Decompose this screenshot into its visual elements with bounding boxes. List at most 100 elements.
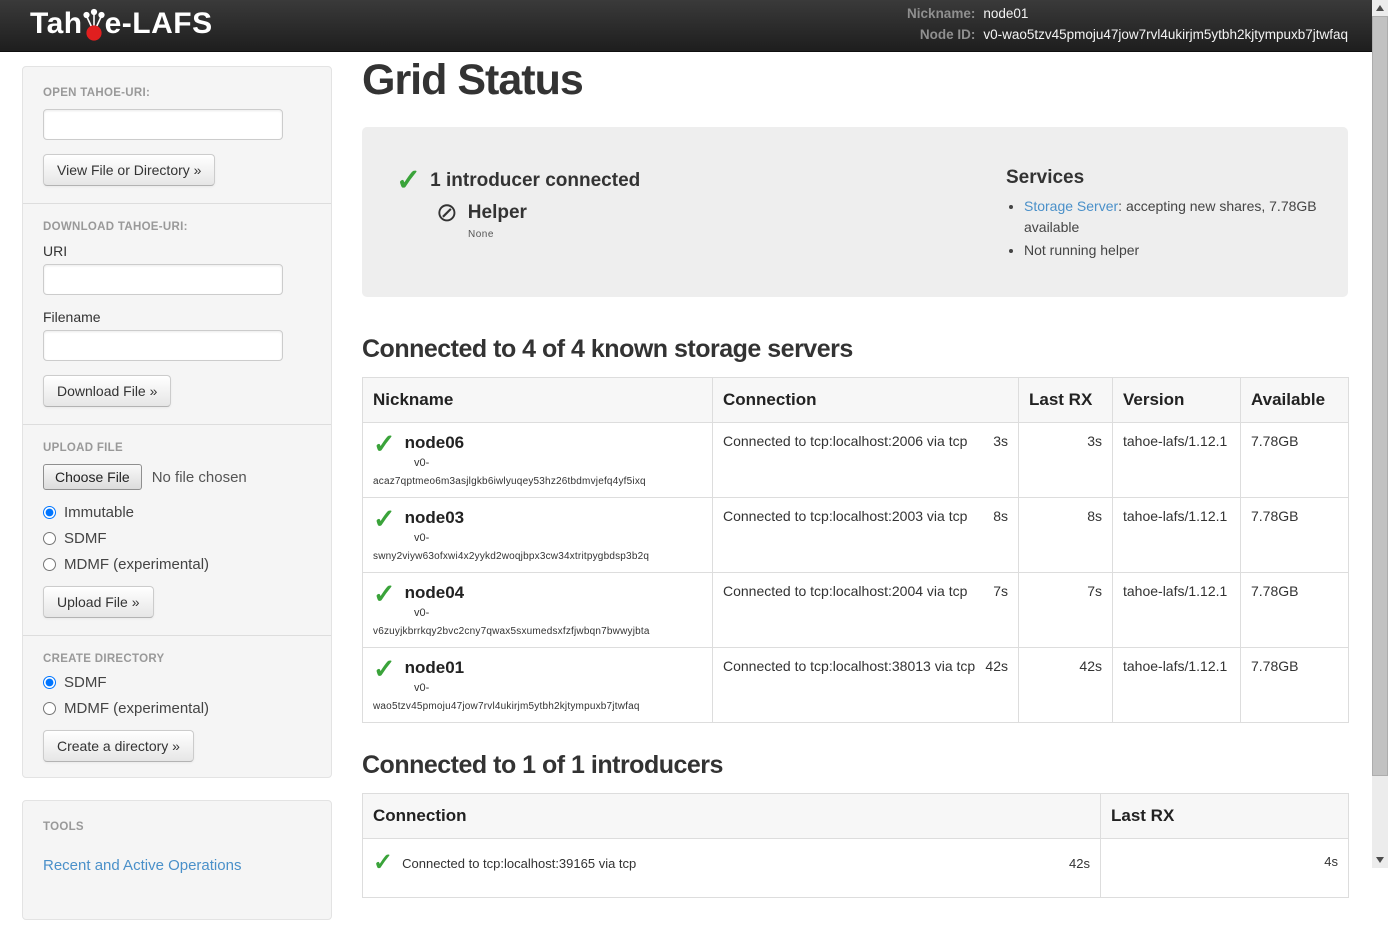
logo-text-post: e-LAFS (105, 7, 213, 41)
connection-text: Connected to tcp:localhost:2004 via tcp (723, 583, 967, 599)
upload-format-option-sdmf[interactable]: SDMF (43, 530, 311, 547)
connection-cell: Connected to tcp:localhost:2006 via tcp … (713, 423, 1019, 498)
nickname-value: node01 (983, 5, 1348, 23)
vertical-scrollbar[interactable] (1372, 0, 1388, 868)
mkdir-sdmf-radio[interactable] (43, 676, 56, 689)
node-id-hash: v6zuyjkbrrkqy2bvc2cny7qwax5sxumedsxfzfjw… (373, 626, 702, 637)
introducer-status-text: 1 introducer connected (430, 170, 640, 192)
filename-field-label: Filename (43, 309, 311, 325)
mdmf-radio[interactable] (43, 558, 56, 571)
download-uri-input[interactable] (43, 264, 283, 295)
available-cell: 7.78GB (1241, 423, 1349, 498)
download-uri-label: DOWNLOAD TAHOE-URI: (43, 221, 311, 233)
sidebar-tools-panel: TOOLS Recent and Active Operations (22, 800, 332, 920)
table-header-row: Nickname Connection Last RX Version Avai… (363, 378, 1349, 423)
lastrx-cell: 3s (1019, 423, 1113, 498)
node-id-hash: swny2viyw63ofxwi4x2yykd2woqjbpx3cw34xtri… (373, 551, 702, 562)
grid-status-summary-well: ✓ 1 introducer connected ⊘ Helper None S… (362, 127, 1348, 297)
col-header-lastrx: Last RX (1019, 378, 1113, 423)
col-header-available: Available (1241, 378, 1349, 423)
radio-label: SDMF (64, 530, 107, 547)
table-row: ✓ node01 v0- wao5tzv45pmoju47jow7rvl4uki… (363, 648, 1349, 723)
storage-servers-heading: Connected to 4 of 4 known storage server… (362, 335, 1348, 364)
nickname-cell: ✓ node01 v0- wao5tzv45pmoju47jow7rvl4uki… (363, 648, 713, 723)
open-uri-label: OPEN TAHOE-URI: (43, 87, 311, 99)
services-title: Services (1006, 167, 1328, 189)
scroll-down-arrow-icon[interactable] (1376, 857, 1384, 863)
col-header-connection: Connection (713, 378, 1019, 423)
services-column: Services Storage Server: accepting new s… (1006, 147, 1328, 263)
col-header-version: Version (1113, 378, 1241, 423)
node-id-label: Node ID: (907, 26, 975, 44)
recent-operations-link[interactable]: Recent and Active Operations (43, 857, 241, 874)
node-id-hash: acaz7qptmeo6m3asjlgkb6iwlyuqey53hz26tbdm… (373, 476, 702, 487)
table-row: ✓ Connected to tcp:localhost:39165 via t… (363, 839, 1349, 898)
node-id-value: v0-wao5tzv45pmoju47jow7rvl4ukirjm5ytbh2k… (983, 26, 1348, 44)
node-id-prefix: v0- (414, 457, 702, 469)
table-row: ✓ node03 v0- swny2viyw63ofxwi4x2yykd2woq… (363, 498, 1349, 573)
nickname-cell: ✓ node06 v0- acaz7qptmeo6m3asjlgkb6iwlyu… (363, 423, 713, 498)
tahoe-node-icon (83, 8, 105, 41)
node-id-hash: wao5tzv45pmoju47jow7rvl4ukirjm5ytbh2kjty… (373, 701, 702, 712)
service-item-helper: Not running helper (1024, 240, 1328, 260)
introducers-table: Connection Last RX ✓ Connected to tcp:lo… (362, 793, 1349, 898)
table-row: ✓ node06 v0- acaz7qptmeo6m3asjlgkb6iwlyu… (363, 423, 1349, 498)
table-header-row: Connection Last RX (363, 794, 1349, 839)
node-info: Nickname: node01 Node ID: v0-wao5tzv45pm… (907, 5, 1348, 43)
scroll-up-arrow-icon[interactable] (1376, 5, 1384, 11)
node-id-prefix: v0- (414, 607, 702, 619)
choose-file-button[interactable]: Choose File (43, 464, 142, 490)
radio-label: MDMF (experimental) (64, 556, 209, 573)
section-divider (23, 635, 331, 636)
node-nickname: node01 (405, 658, 465, 678)
connection-time: 8s (993, 508, 1008, 524)
connection-text: Connected to tcp:localhost:2003 via tcp (723, 508, 967, 524)
tools-label: TOOLS (43, 821, 311, 833)
mkdir-format-option-sdmf[interactable]: SDMF (43, 674, 311, 691)
connected-check-icon: ✓ (373, 853, 393, 873)
available-cell: 7.78GB (1241, 498, 1349, 573)
connection-time: 3s (993, 433, 1008, 449)
storage-server-link[interactable]: Storage Server (1024, 198, 1118, 214)
sdmf-radio[interactable] (43, 532, 56, 545)
service-item-storage: Storage Server: accepting new shares, 7.… (1024, 196, 1328, 237)
sidebar-controls-panel: OPEN TAHOE-URI: View File or Directory »… (22, 66, 332, 778)
introducers-heading: Connected to 1 of 1 introducers (362, 751, 1348, 780)
file-chosen-status: No file chosen (152, 469, 247, 486)
upload-format-option-mdmf[interactable]: MDMF (experimental) (43, 556, 311, 573)
status-left-column: ✓ 1 introducer connected ⊘ Helper None (396, 147, 1006, 263)
radio-label: SDMF (64, 674, 107, 691)
download-file-button[interactable]: Download File » (43, 375, 171, 407)
lastrx-cell: 7s (1019, 573, 1113, 648)
upload-file-button[interactable]: Upload File » (43, 586, 154, 618)
main-content: Grid Status ✓ 1 introducer connected ⊘ H… (362, 56, 1348, 926)
page-title: Grid Status (362, 56, 1348, 105)
connection-cell: Connected to tcp:localhost:2003 via tcp … (713, 498, 1019, 573)
connection-time: 7s (993, 583, 1008, 599)
radio-label: MDMF (experimental) (64, 700, 209, 717)
view-file-button[interactable]: View File or Directory » (43, 154, 215, 186)
open-uri-input[interactable] (43, 109, 283, 140)
section-divider (23, 424, 331, 425)
connection-cell: Connected to tcp:localhost:38013 via tcp… (713, 648, 1019, 723)
mkdir-format-option-mdmf[interactable]: MDMF (experimental) (43, 700, 311, 717)
version-cell: tahoe-lafs/1.12.1 (1113, 423, 1241, 498)
lastrx-cell: 4s (1101, 839, 1349, 898)
version-cell: tahoe-lafs/1.12.1 (1113, 573, 1241, 648)
helper-title: Helper (468, 202, 527, 224)
download-filename-input[interactable] (43, 330, 283, 361)
upload-format-option-immutable[interactable]: Immutable (43, 504, 311, 521)
logo-text-pre: Tah (30, 7, 83, 41)
scrollbar-thumb[interactable] (1372, 16, 1388, 776)
create-directory-button[interactable]: Create a directory » (43, 730, 194, 762)
mkdir-mdmf-radio[interactable] (43, 702, 56, 715)
connected-check-icon: ✓ (373, 583, 396, 606)
services-list: Storage Server: accepting new shares, 7.… (1006, 196, 1328, 260)
connection-text: Connected to tcp:localhost:38013 via tcp (723, 658, 975, 674)
check-icon: ✓ (396, 169, 421, 193)
tahoe-lafs-logo: Tah e-LAFS (30, 7, 213, 41)
immutable-radio[interactable] (43, 506, 56, 519)
node-nickname: node03 (405, 508, 465, 528)
version-cell: tahoe-lafs/1.12.1 (1113, 498, 1241, 573)
available-cell: 7.78GB (1241, 573, 1349, 648)
